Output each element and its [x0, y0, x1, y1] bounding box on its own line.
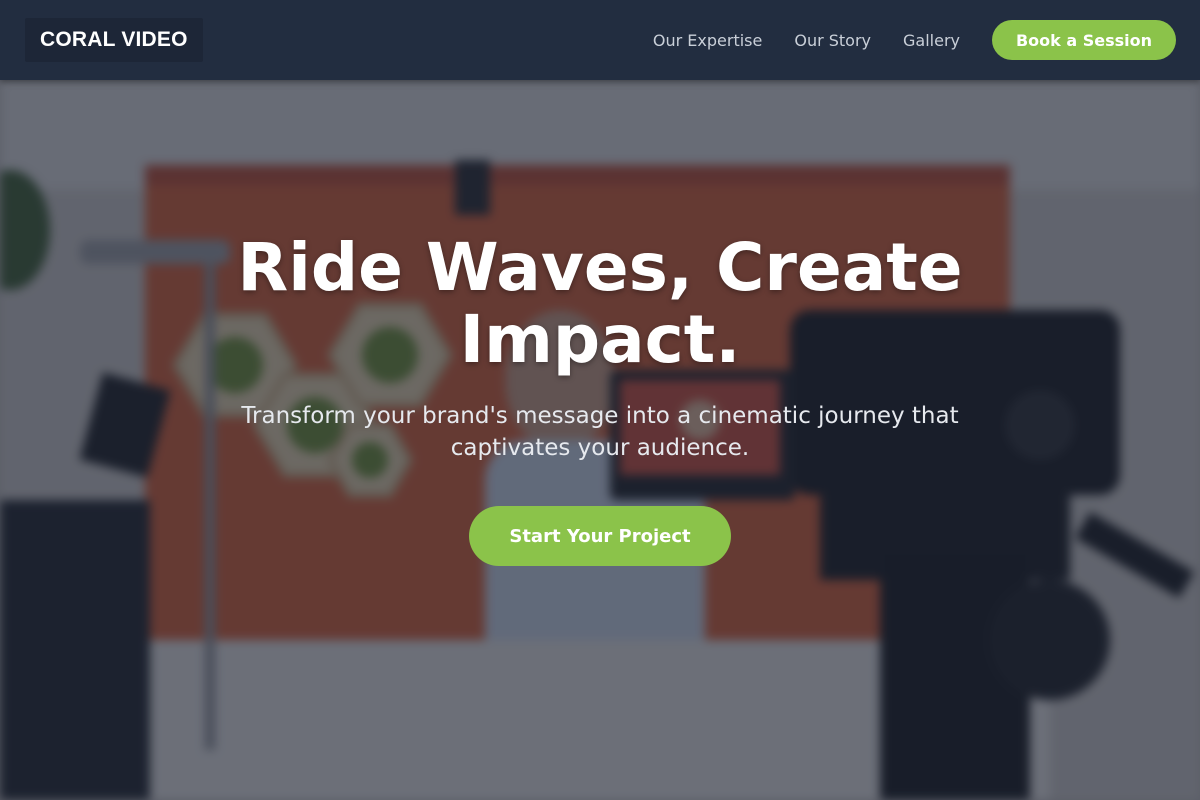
landing-page: CORAL VIDEO Our Expertise Our Story Gall…	[0, 0, 1200, 800]
nav-link-gallery[interactable]: Gallery	[903, 31, 960, 50]
hero-section: Ride Waves, Create Impact. Transform you…	[0, 80, 1200, 800]
book-session-button[interactable]: Book a Session	[992, 20, 1176, 60]
main-nav: Our Expertise Our Story Gallery	[621, 0, 960, 80]
start-project-button[interactable]: Start Your Project	[469, 506, 731, 566]
nav-link-our-expertise[interactable]: Our Expertise	[653, 31, 762, 50]
hero-title: Ride Waves, Create Impact.	[237, 229, 963, 378]
brand-logo[interactable]: CORAL VIDEO	[25, 18, 203, 62]
nav-link-our-story[interactable]: Our Story	[794, 31, 871, 50]
site-header: CORAL VIDEO Our Expertise Our Story Gall…	[0, 0, 1200, 80]
hero-subtitle: Transform your brand's message into a ci…	[241, 403, 959, 461]
